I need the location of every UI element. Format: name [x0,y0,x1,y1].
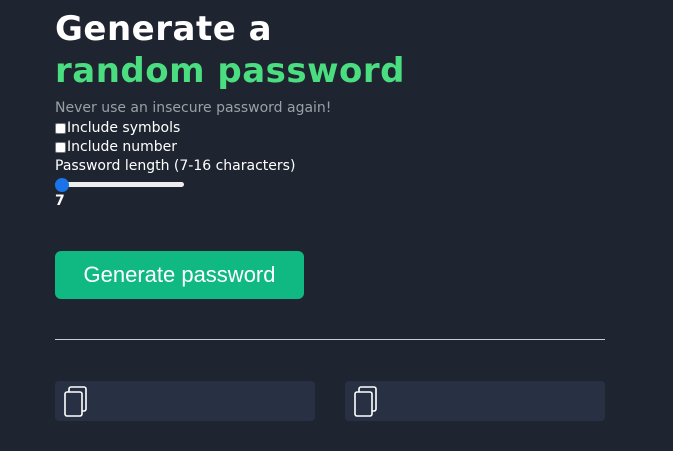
include-number-label: Include number [67,139,178,155]
include-symbols-label: Include symbols [67,120,181,136]
divider [55,339,605,340]
password-length-slider[interactable] [55,178,184,192]
copy-icon[interactable] [353,385,379,417]
include-symbols-option[interactable]: Include symbols [55,120,180,136]
include-number-checkbox[interactable] [55,141,66,153]
slider-thumb[interactable] [55,178,69,192]
password-result-1[interactable] [55,381,315,421]
include-symbols-checkbox[interactable] [55,122,66,134]
generate-password-button[interactable]: Generate password [55,251,304,299]
copy-icon[interactable] [63,385,89,417]
password-length-value: 7 [55,193,65,209]
slider-track [55,182,184,187]
page-title: Generate a random password [55,8,405,92]
title-line-1: Generate a [55,9,273,49]
title-line-2: random password [55,51,406,91]
password-result-2[interactable] [345,381,605,421]
tagline: Never use an insecure password again! [55,100,332,116]
include-number-option[interactable]: Include number [55,139,177,155]
password-length-label: Password length (7-16 characters) [55,158,296,174]
